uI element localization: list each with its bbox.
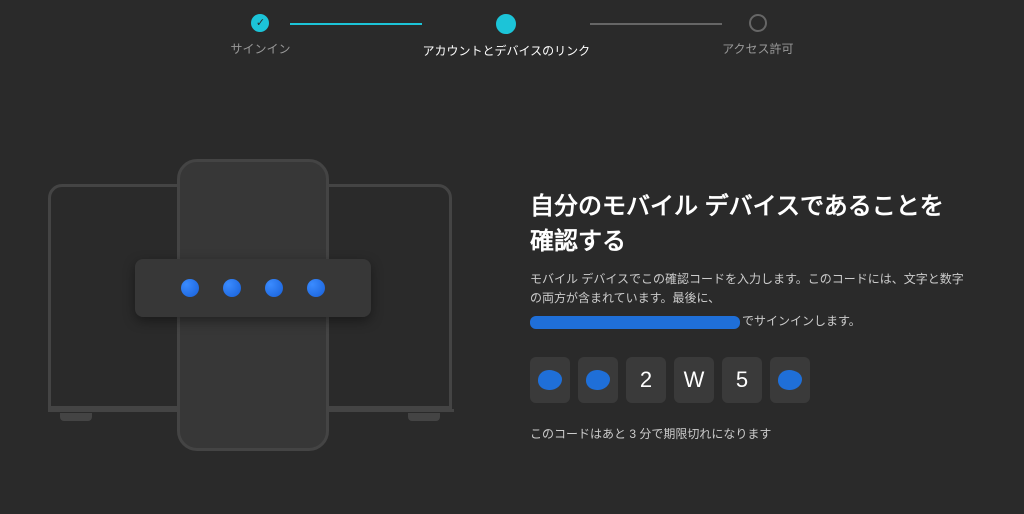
code-char-5: 5 (722, 357, 762, 403)
redacted-char (538, 370, 562, 390)
code-dot-icon (181, 279, 199, 297)
checkmark-icon: ✓ (251, 14, 269, 32)
step-link-device: アカウントとデバイスのリンク (422, 14, 590, 59)
pending-step-icon (749, 14, 767, 32)
code-dot-icon (223, 279, 241, 297)
code-char-6 (770, 357, 810, 403)
device-illustration (40, 149, 460, 449)
main-content: 自分のモバイル デバイスであることを確認する モバイル デバイスでこの確認コード… (0, 59, 1024, 449)
active-step-icon (496, 14, 516, 34)
progress-stepper: ✓ サインイン アカウントとデバイスのリンク アクセス許可 (0, 0, 1024, 59)
step-label-permissions: アクセス許可 (722, 40, 793, 57)
code-char-4: W (674, 357, 714, 403)
code-char-2 (578, 357, 618, 403)
verify-description-line2: でサインインします。 (530, 312, 964, 329)
redacted-text (530, 316, 740, 329)
laptop-foot (60, 413, 92, 421)
verification-code: 2 W 5 (530, 357, 964, 403)
step-permissions: アクセス許可 (722, 14, 793, 57)
step-connector (590, 23, 722, 25)
code-banner (135, 259, 371, 317)
verify-description-line1: モバイル デバイスでこの確認コードを入力します。このコードには、文字と数字の両方… (530, 270, 964, 308)
code-expiry-text: このコードはあと 3 分で期限切れになります (530, 425, 964, 442)
verify-description-suffix: でサインインします。 (742, 314, 861, 328)
step-label-link: アカウントとデバイスのリンク (422, 42, 590, 59)
verify-heading: 自分のモバイル デバイスであることを確認する (530, 186, 964, 256)
code-dot-icon (265, 279, 283, 297)
step-signin: ✓ サインイン (230, 14, 290, 57)
verify-panel: 自分のモバイル デバイスであることを確認する モバイル デバイスでこの確認コード… (530, 156, 964, 442)
code-char-3: 2 (626, 357, 666, 403)
laptop-foot (408, 413, 440, 421)
code-dot-icon (307, 279, 325, 297)
step-connector (290, 23, 422, 25)
redacted-char (586, 370, 610, 390)
code-char-1 (530, 357, 570, 403)
redacted-char (778, 370, 802, 390)
step-label-signin: サインイン (230, 40, 290, 57)
